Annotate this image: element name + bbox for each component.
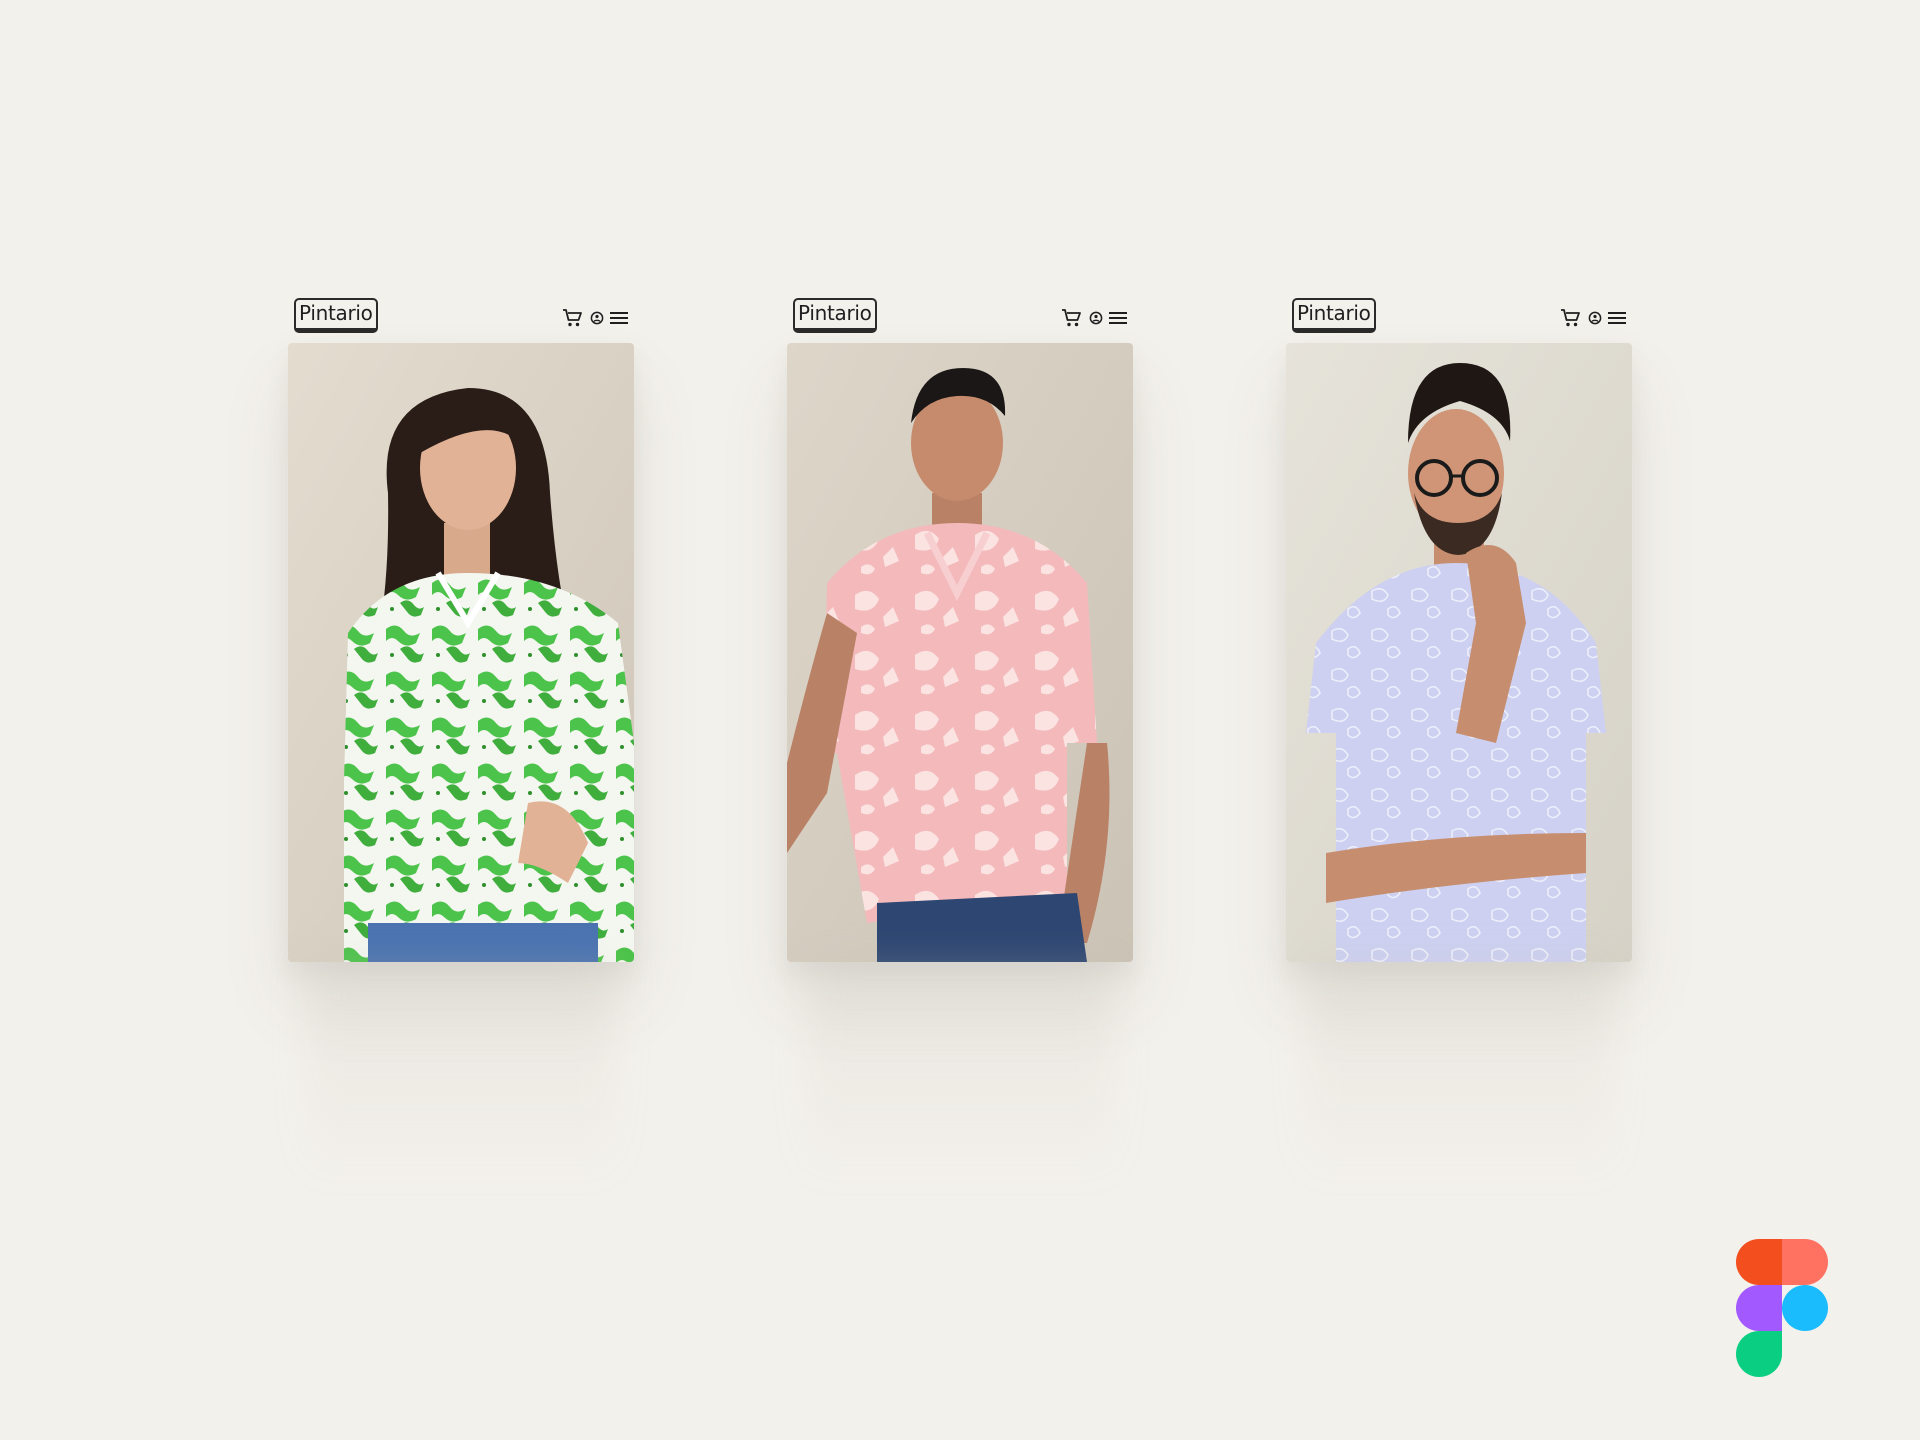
phone-screen-2: Pintario <box>787 296 1133 1182</box>
brand-logo[interactable]: Pintario <box>294 298 378 333</box>
cart-icon[interactable] <box>1560 308 1582 328</box>
phone-screen-1: Pintario <box>288 296 634 1182</box>
brand-logo[interactable]: Pintario <box>793 298 877 333</box>
phone-screen-3: Pintario <box>1286 296 1632 1182</box>
header-actions <box>1061 308 1127 328</box>
menu-icon[interactable] <box>1109 311 1127 325</box>
menu-icon[interactable] <box>610 311 628 325</box>
user-icon[interactable] <box>1089 311 1103 325</box>
cart-icon[interactable] <box>1061 308 1083 328</box>
product-photo-lavender-shirt[interactable] <box>1286 343 1632 962</box>
card-reflection <box>1306 962 1612 1182</box>
app-header: Pintario <box>288 296 634 343</box>
menu-icon[interactable] <box>1608 311 1626 325</box>
brand-logo[interactable]: Pintario <box>1292 298 1376 333</box>
app-header: Pintario <box>787 296 1133 343</box>
header-actions <box>562 308 628 328</box>
user-icon[interactable] <box>1588 311 1602 325</box>
header-actions <box>1560 308 1626 328</box>
app-header: Pintario <box>1286 296 1632 343</box>
card-reflection <box>308 962 614 1182</box>
figma-logo-icon <box>1736 1239 1828 1377</box>
product-photo-green-shirt[interactable] <box>288 343 634 962</box>
user-icon[interactable] <box>590 311 604 325</box>
cart-icon[interactable] <box>562 308 584 328</box>
card-reflection <box>807 962 1113 1182</box>
product-photo-pink-shirt[interactable] <box>787 343 1133 962</box>
